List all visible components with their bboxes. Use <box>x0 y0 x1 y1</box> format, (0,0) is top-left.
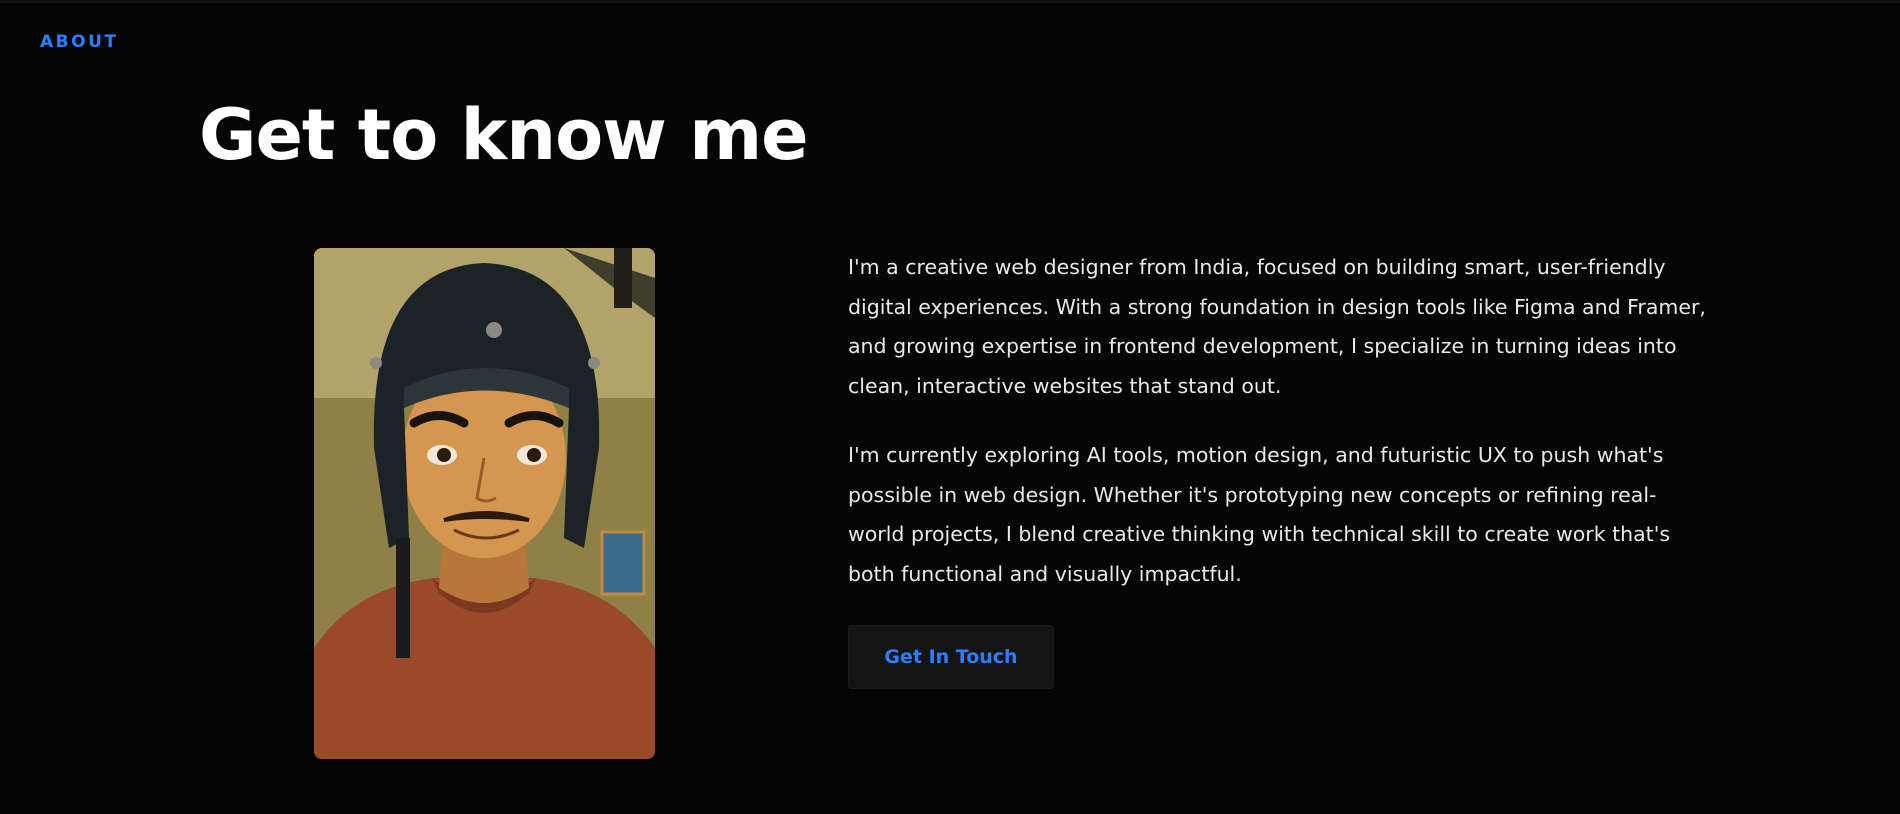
bio-paragraph-1: I'm a creative web designer from India, … <box>848 255 1706 399</box>
section-label: ABOUT <box>40 32 119 52</box>
bio-paragraph-2: I'm currently exploring AI tools, motion… <box>848 442 1671 586</box>
portrait-image <box>314 248 655 759</box>
top-divider <box>0 0 1900 3</box>
bio-text: I'm a creative web designer from India, … <box>848 248 1708 624</box>
get-in-touch-button[interactable]: Get In Touch <box>848 625 1054 689</box>
page-title: Get to know me <box>199 94 809 176</box>
